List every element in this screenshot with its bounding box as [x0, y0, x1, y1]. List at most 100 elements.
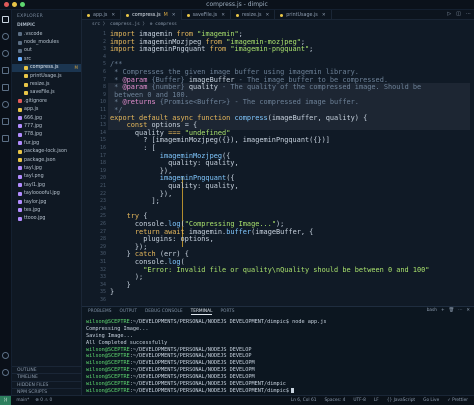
- file-item[interactable]: src: [12, 55, 81, 63]
- tab-printusage-js[interactable]: printUsage.js ✕: [275, 10, 332, 20]
- split-editor-icon[interactable]: ◫: [456, 11, 461, 17]
- minimize-window-button[interactable]: [12, 2, 17, 7]
- file-item[interactable]: .gitignore: [12, 97, 81, 105]
- file-item[interactable]: app.js: [12, 106, 81, 114]
- status-right-item[interactable]: {} JavaScript: [387, 398, 415, 403]
- file-item[interactable]: package.json: [12, 156, 81, 164]
- sidebar-panel-timeline[interactable]: TIMELINE: [12, 373, 81, 380]
- line-number: 32: [99, 266, 106, 273]
- status-right-item[interactable]: Go Live: [423, 398, 439, 403]
- maximize-window-button[interactable]: [20, 2, 25, 7]
- panel-tab-problems[interactable]: PROBLEMS: [88, 309, 111, 314]
- close-window-button[interactable]: [4, 2, 9, 7]
- code-line: import imageminPngquant from "imagemin-p…: [110, 45, 313, 53]
- close-icon[interactable]: ✕: [221, 13, 225, 18]
- file-name: taylor.jpg: [24, 199, 47, 205]
- file-item[interactable]: taylor.jpg: [12, 198, 81, 206]
- file-item[interactable]: package-lock.json: [12, 147, 81, 155]
- gear-icon[interactable]: [2, 369, 9, 376]
- more-actions-icon[interactable]: ⋯: [458, 308, 462, 313]
- file-item[interactable]: tayl.jpg: [12, 164, 81, 172]
- modified-badge: M: [74, 65, 78, 71]
- add-terminal-icon[interactable]: +: [441, 308, 445, 313]
- file-item[interactable]: resize.js: [12, 80, 81, 88]
- tab-savefile-js[interactable]: saveFile.js ✕: [182, 10, 231, 20]
- file-item[interactable]: fur.jpg: [12, 139, 81, 147]
- code-token: "Error: Invalid file or quality\nQuality…: [110, 265, 430, 274]
- file-item[interactable]: tayl1.jpg: [12, 181, 81, 189]
- line-number: 36: [99, 297, 106, 303]
- tab-app-js[interactable]: app.js ✕: [82, 10, 122, 20]
- line-number: 33: [99, 274, 106, 281]
- panel-tab-ports[interactable]: PORTS: [220, 309, 234, 314]
- terminal-cursor: [291, 387, 295, 393]
- file-item[interactable]: ttooo.jpg: [12, 215, 81, 223]
- tab-compress-js[interactable]: compress.js M ✕: [121, 10, 182, 20]
- terminal-shell-label[interactable]: bash: [427, 308, 437, 313]
- file-item[interactable]: printUsage.js: [12, 72, 81, 80]
- close-icon[interactable]: ✕: [322, 13, 326, 18]
- file-name: node_modules: [24, 40, 59, 46]
- terminal-output[interactable]: wilson@SCEPTRE:~/DEVELOPMENTS/PERSONAL/N…: [86, 319, 470, 395]
- sidebar-panel-outline[interactable]: OUTLINE: [12, 366, 81, 373]
- panel-tab-debug-console[interactable]: DEBUG CONSOLE: [145, 309, 183, 314]
- tab-resize-js[interactable]: resize.js ✕: [231, 10, 276, 20]
- extensions-icon[interactable]: [2, 84, 9, 91]
- docker-icon[interactable]: [2, 135, 9, 142]
- file-item[interactable]: 777.jpg: [12, 122, 81, 130]
- status-left-item[interactable]: ⊗ 0 ⚠ 0: [35, 398, 52, 403]
- file-item[interactable]: 666.jpg: [12, 114, 81, 122]
- breadcrumb[interactable]: src 〉 compress.js 〉 ⊕ compress: [82, 20, 474, 27]
- terminal-token: :~/DEVELOPMENTS/PERSONAL/NODEJS DEVELOPM: [129, 367, 255, 374]
- status-left-item[interactable]: main*: [16, 398, 29, 403]
- file-name: app.js: [24, 107, 39, 113]
- file-item[interactable]: taylooooful.jpg: [12, 189, 81, 197]
- file-item[interactable]: compress.js M: [12, 63, 81, 72]
- code-editor[interactable]: 1 import imagemin from "imagemin"; 2 import…: [82, 28, 474, 306]
- run-icon[interactable]: ▷: [447, 11, 451, 17]
- more-actions-icon[interactable]: ⋯: [466, 11, 471, 17]
- account-icon[interactable]: [2, 352, 9, 359]
- line-number: 21: [99, 183, 106, 189]
- terminal-token: wilson@SCEPTRE: [86, 367, 130, 374]
- line-number: 11: [99, 107, 106, 113]
- file-icon: [18, 208, 22, 213]
- status-right-item[interactable]: Ln 6, Col 61: [291, 398, 317, 403]
- explorer-icon[interactable]: [2, 16, 9, 23]
- sidebar-panel-npm-scripts[interactable]: NPM SCRIPTS: [12, 387, 81, 395]
- run-debug-icon[interactable]: [2, 67, 9, 74]
- workspace-folder[interactable]: DIMPIC: [12, 21, 81, 30]
- close-icon[interactable]: ✕: [172, 13, 176, 18]
- file-icon: [18, 40, 22, 45]
- remote-indicator-icon[interactable]: ⟩⟨: [0, 395, 12, 405]
- close-icon[interactable]: ✕: [111, 13, 115, 18]
- file-item[interactable]: node_modules: [12, 38, 81, 46]
- file-item[interactable]: saveFile.js: [12, 89, 81, 97]
- terminal-token: wilson@SCEPTRE: [86, 374, 130, 381]
- terminal-line: wilson@SCEPTRE:~/DEVELOPMENTS/PERSONAL/N…: [86, 360, 470, 367]
- panel-tab-output[interactable]: OUTPUT: [119, 309, 137, 314]
- sidebar-panel-hidden-files[interactable]: HIDDEN FILES: [12, 380, 81, 388]
- file-name: saveFile.js: [30, 90, 55, 96]
- line-number: 19: [99, 167, 106, 174]
- file-item[interactable]: out: [12, 47, 81, 55]
- file-item[interactable]: tes.jpg: [12, 206, 81, 214]
- line-number: 14: [99, 129, 106, 136]
- status-right-item[interactable]: ✓ Prettier: [447, 398, 468, 403]
- trash-icon[interactable]: 🗑: [449, 308, 454, 313]
- panel-tab-terminal[interactable]: TERMINAL: [190, 309, 213, 315]
- remote-explorer-icon[interactable]: [2, 101, 9, 108]
- close-icon[interactable]: ✕: [466, 308, 470, 313]
- file-item[interactable]: .vscode: [12, 30, 81, 38]
- status-right-item[interactable]: UTF-8: [353, 398, 366, 403]
- status-right-item[interactable]: LF: [374, 398, 379, 403]
- terminal-line: wilson@SCEPTRE:~/DEVELOPMENTS/PERSONAL/N…: [86, 374, 470, 381]
- testing-icon[interactable]: [2, 118, 9, 125]
- source-control-icon[interactable]: [2, 50, 9, 57]
- file-icon: [18, 183, 22, 188]
- file-item[interactable]: tayl.png: [12, 173, 81, 181]
- close-icon[interactable]: ✕: [265, 13, 269, 18]
- file-item[interactable]: 778.jpg: [12, 131, 81, 139]
- search-icon[interactable]: [2, 33, 9, 40]
- status-right-item[interactable]: Spaces: 4: [324, 398, 345, 403]
